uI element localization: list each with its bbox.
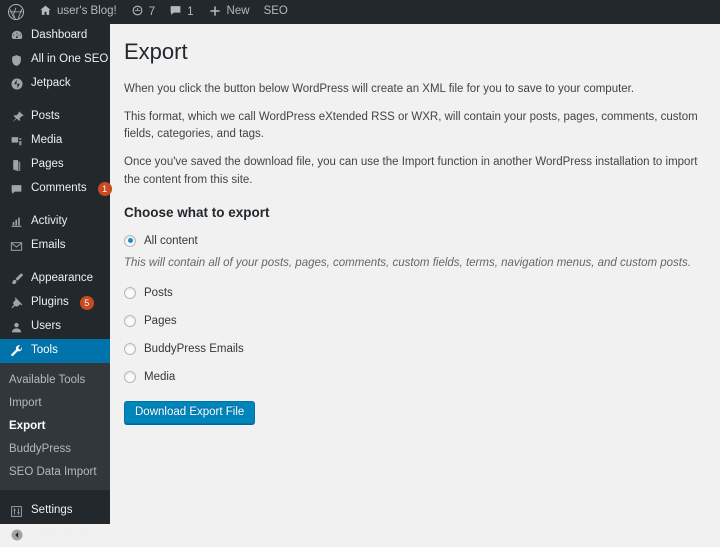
admin-bar-comments[interactable]: 1 [162, 0, 200, 24]
plug-icon [9, 296, 24, 311]
wrench-icon [9, 344, 24, 359]
sidebar-item-label: Users [31, 320, 62, 333]
pin-icon [9, 110, 24, 125]
admin-bar-wp-logo[interactable] [0, 0, 32, 24]
plus-icon [208, 4, 222, 21]
sidebar-item-jetpack[interactable]: Jetpack [0, 72, 110, 96]
sidebar-item-posts[interactable]: Posts [0, 105, 110, 129]
envelope-icon [9, 239, 24, 254]
jetpack-icon [9, 77, 24, 92]
admin-bar-updates[interactable]: 7 [124, 0, 162, 24]
admin-bar-seo-label: SEO [263, 5, 288, 18]
sidebar-item-pages[interactable]: Pages [0, 153, 110, 177]
sidebar-item-comments[interactable]: Comments 1 [0, 177, 112, 201]
admin-bar: user's Blog! 7 1 New SEO [0, 0, 720, 24]
admin-bar-updates-count: 7 [148, 6, 156, 18]
home-icon [39, 4, 52, 20]
sidebar-item-activity[interactable]: Activity [0, 210, 110, 234]
sidebar-item-label: All in One SEO [31, 53, 109, 66]
pages-icon [9, 158, 24, 173]
media-icon [9, 134, 24, 149]
radio-media[interactable] [124, 370, 136, 383]
export-option-label: Posts [144, 286, 173, 299]
sidebar-item-label: Jetpack [31, 77, 71, 90]
sidebar-item-users[interactable]: Users [0, 315, 110, 339]
export-option-all-content[interactable]: All content [124, 231, 700, 251]
collapse-arrow-icon [9, 528, 24, 543]
export-option-label: All content [144, 234, 198, 247]
export-option-label: BuddyPress Emails [144, 342, 244, 355]
admin-bar-new-label: New [226, 5, 250, 18]
choose-what-to-export-heading: Choose what to export [124, 204, 270, 220]
sidebar-item-label: Collapse menu [31, 528, 108, 541]
export-option-label: Pages [144, 314, 177, 327]
sidebar-item-appearance[interactable]: Appearance [0, 267, 110, 291]
export-option-media[interactable]: Media [124, 367, 700, 387]
comment-bubble-icon [169, 4, 182, 20]
export-description-2: This format, which we call WordPress eXt… [124, 110, 698, 141]
export-option-buddypress-emails[interactable]: BuddyPress Emails [124, 339, 700, 359]
export-option-label: Media [144, 370, 176, 383]
admin-bar-seo[interactable]: SEO [257, 0, 295, 24]
admin-bar-comments-count: 1 [187, 6, 194, 18]
export-option-pages[interactable]: Pages [124, 311, 700, 331]
updates-icon [131, 4, 144, 20]
sidebar-item-label: Appearance [31, 272, 94, 285]
sidebar-item-label: Media [31, 134, 63, 147]
sidebar-item-label: Dashboard [31, 29, 88, 42]
sidebar-item-collapse-menu[interactable]: Collapse menu [0, 523, 110, 547]
export-description-3: Once you've saved the download file, you… [124, 156, 698, 186]
radio-all-content[interactable] [124, 234, 136, 247]
admin-bar-site-name[interactable]: user's Blog! [32, 0, 124, 24]
main-content: Export When you click the button below W… [110, 24, 720, 524]
sidebar-item-media[interactable]: Media [0, 129, 110, 153]
settings-sliders-icon [9, 504, 24, 519]
sidebar-item-tools[interactable]: Tools [0, 339, 118, 363]
wordpress-logo-icon [7, 3, 25, 21]
submenu-item-seo-data-import[interactable]: SEO Data Import [0, 461, 110, 484]
submenu-item-import[interactable]: Import [0, 392, 110, 415]
sidebar-separator [0, 490, 110, 499]
submenu-item-export[interactable]: Export [0, 415, 110, 438]
export-option-posts[interactable]: Posts [124, 283, 700, 303]
sidebar-item-label: Activity [31, 215, 68, 228]
submenu-item-available-tools[interactable]: Available Tools [0, 369, 110, 392]
sidebar-separator [0, 96, 110, 105]
dashboard-icon [9, 29, 24, 44]
sidebar-item-label: Settings [31, 504, 73, 517]
sidebar-item-label: Plugins [31, 296, 69, 309]
sidebar-item-emails[interactable]: Emails [0, 234, 110, 258]
download-export-file-button[interactable]: Download Export File [124, 400, 256, 424]
sidebar-item-all-in-one-seo[interactable]: All in One SEO [0, 48, 110, 72]
user-icon [9, 320, 24, 335]
export-description-1: When you click the button below WordPres… [124, 82, 635, 95]
comment-bubble-icon [9, 182, 24, 197]
all-content-note: This will contain all of your posts, pag… [124, 256, 691, 269]
shield-icon [9, 53, 24, 68]
sidebar-item-label: Pages [31, 158, 64, 171]
radio-posts[interactable] [124, 286, 136, 299]
sidebar-item-plugins[interactable]: Plugins 5 [0, 291, 110, 315]
page-title: Export [124, 39, 188, 64]
sidebar-item-label: Posts [31, 110, 60, 123]
sidebar-item-label: Emails [31, 239, 66, 252]
plugins-badge: 5 [79, 296, 94, 310]
sidebar-separator [0, 201, 110, 210]
comments-badge: 1 [97, 182, 112, 196]
tools-submenu: Available Tools Import Export BuddyPress… [0, 363, 110, 490]
submenu-item-buddypress[interactable]: BuddyPress [0, 438, 110, 461]
paintbrush-icon [9, 272, 24, 287]
radio-pages[interactable] [124, 314, 136, 327]
sidebar-separator [0, 258, 110, 267]
sidebar-item-dashboard[interactable]: Dashboard [0, 24, 110, 48]
admin-bar-site-name-label: user's Blog! [57, 5, 117, 18]
sidebar-item-label: Tools [31, 344, 58, 357]
sidebar-item-settings[interactable]: Settings [0, 499, 110, 523]
radio-buddypress-emails[interactable] [124, 342, 136, 355]
admin-sidebar: Dashboard All in One SEO Jetpack Posts M… [0, 24, 118, 541]
admin-bar-new-content[interactable]: New [201, 0, 257, 24]
activity-chart-icon [9, 215, 24, 230]
sidebar-item-label: Comments [31, 182, 87, 195]
